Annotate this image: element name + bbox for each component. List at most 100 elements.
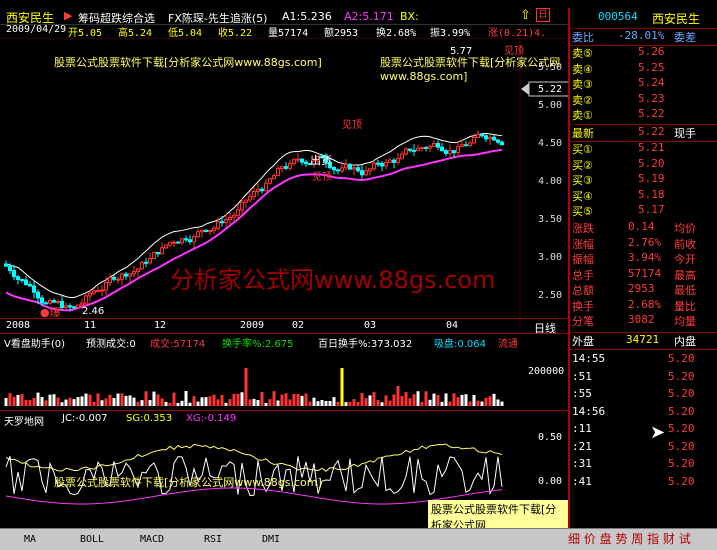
info-turnover: 换2.68%: [376, 28, 417, 39]
candle-body: [116, 278, 120, 281]
buy-price: 5.19: [638, 172, 665, 185]
volume-chart[interactable]: [0, 348, 568, 408]
candle-body: [436, 143, 440, 148]
candle-body: [372, 162, 376, 170]
volume-bar: [144, 391, 148, 406]
candle-body: [92, 290, 96, 294]
candle-body: [416, 147, 420, 152]
panel-tabs[interactable]: 细 价 盘 势 周 指 财 试: [568, 532, 717, 547]
candle-body: [340, 167, 344, 172]
quote-row: 14:56 5.20: [570, 405, 717, 421]
stat-value: 0.14: [628, 220, 655, 233]
candle-body: [336, 169, 340, 172]
stat-label: 振幅: [572, 253, 594, 266]
date-02: 02: [292, 320, 305, 331]
stat-value: 3082: [628, 313, 655, 326]
volume-indicator-bar[interactable]: V看盘助手(0) 预测成交:0 成交:57174 换手率%:2.675 百日换手…: [0, 334, 568, 350]
volume-bar: [328, 400, 332, 406]
volume-bar: [296, 394, 300, 406]
volume-bar: [128, 395, 132, 406]
stat-label: 涨幅: [572, 237, 594, 251]
sell-label: 卖③: [572, 78, 593, 91]
buy-label: 买①: [572, 143, 593, 156]
volume-bar: [240, 392, 244, 406]
volume-bar: [380, 402, 384, 406]
candle-body: [220, 221, 224, 224]
volume-bar: [84, 393, 88, 406]
volume-bar: [232, 393, 236, 406]
candle-body: [356, 167, 360, 172]
bottom-toolbar[interactable]: MA BOLL MACD RSI DMI 细 价 盘 势 周 指 财 试: [0, 528, 717, 550]
quote-panel[interactable]: 000564 西安民生 委比 -28.01% 委差 最新 5.22 现手 外盘 …: [568, 8, 717, 528]
candle-body: [296, 158, 300, 161]
tab-macd[interactable]: MACD: [140, 532, 164, 547]
annotation-see-top-2: 见顶: [342, 120, 362, 131]
candle-body: [384, 161, 388, 167]
volume-bar: [156, 394, 160, 406]
axis-3-50: 3.50: [538, 214, 563, 225]
candle-body: [432, 143, 436, 147]
tab-dmi[interactable]: DMI: [262, 532, 280, 547]
volume-bar: [348, 401, 352, 406]
candle-body: [52, 300, 56, 303]
volume-bar: [360, 392, 364, 406]
tab-rsi[interactable]: RSI: [204, 532, 222, 547]
candle-body: [368, 168, 372, 172]
volume-bar: [456, 397, 460, 406]
stat-label2: 均价: [674, 222, 696, 235]
volume-bar: [60, 402, 64, 406]
candle-body: [440, 146, 444, 152]
close-icon[interactable]: 日: [536, 8, 550, 22]
chart-area[interactable]: 西安民生 ▶ 筹码超跌综合选 FX陈琛-先生追涨(5) A1:5.236 A2:…: [0, 0, 568, 547]
volume-bar: [292, 393, 296, 406]
quote-row: 总额 2953 最低: [570, 282, 717, 298]
candle-body: [156, 252, 160, 255]
quote-row: 卖① 5.22: [570, 107, 717, 123]
axis-2-50: 2.50: [538, 290, 563, 301]
candle-body: [232, 214, 236, 218]
tick-time: :21: [572, 439, 592, 453]
candle-body: [276, 167, 280, 177]
tab-ma[interactable]: MA: [24, 532, 36, 547]
volume-bar: [208, 396, 212, 406]
quote-row: 涨幅 2.76% 前收: [570, 236, 717, 252]
quote-row: :41 5.20: [570, 475, 717, 491]
candle-body: [200, 229, 204, 233]
candle-body: [120, 273, 124, 280]
quote-row: 卖③ 5.24: [570, 76, 717, 92]
candle-body: [128, 273, 132, 277]
candle-body: [396, 158, 400, 163]
volume-bar: [308, 401, 312, 406]
tab-boll[interactable]: BOLL: [80, 532, 104, 547]
candle-body: [68, 305, 72, 308]
candle-body: [292, 158, 296, 164]
axis-4-00: 4.00: [538, 176, 563, 187]
volume-bar: [212, 394, 216, 406]
volume-bar: [92, 401, 96, 406]
volume-bar: [284, 393, 288, 406]
volume-bar: [28, 399, 32, 406]
volume-bar: [192, 396, 196, 406]
volume-bar: [188, 402, 192, 406]
candle-body: [88, 292, 92, 297]
volume-bar: [160, 398, 164, 406]
candle-body: [352, 167, 356, 170]
volume-bar: [260, 391, 264, 406]
lock-icon[interactable]: ⇧: [520, 8, 531, 23]
candle-body: [32, 285, 36, 293]
quote-row: 振幅 3.94% 今开: [570, 251, 717, 267]
candle-body: [272, 175, 276, 180]
volume-bar: [76, 397, 80, 406]
candle-body: [244, 199, 248, 203]
price-marker-arrow: [521, 83, 529, 95]
candle-body: [12, 270, 16, 278]
candle-body: [332, 167, 336, 171]
stat-label2: 前收: [674, 237, 696, 251]
date-2009: 2009: [240, 320, 265, 331]
quote-row: 分笔 3082 均量: [570, 313, 717, 329]
bx-value: BX:: [400, 10, 419, 23]
weibi-value: -28.01%: [618, 29, 665, 42]
net-indicator-bar[interactable]: 天罗地网 JC:-0.007 SG:0.353 XG:-0.149: [0, 412, 568, 428]
volume-bar: [124, 395, 128, 406]
volume-bar: [364, 398, 368, 406]
